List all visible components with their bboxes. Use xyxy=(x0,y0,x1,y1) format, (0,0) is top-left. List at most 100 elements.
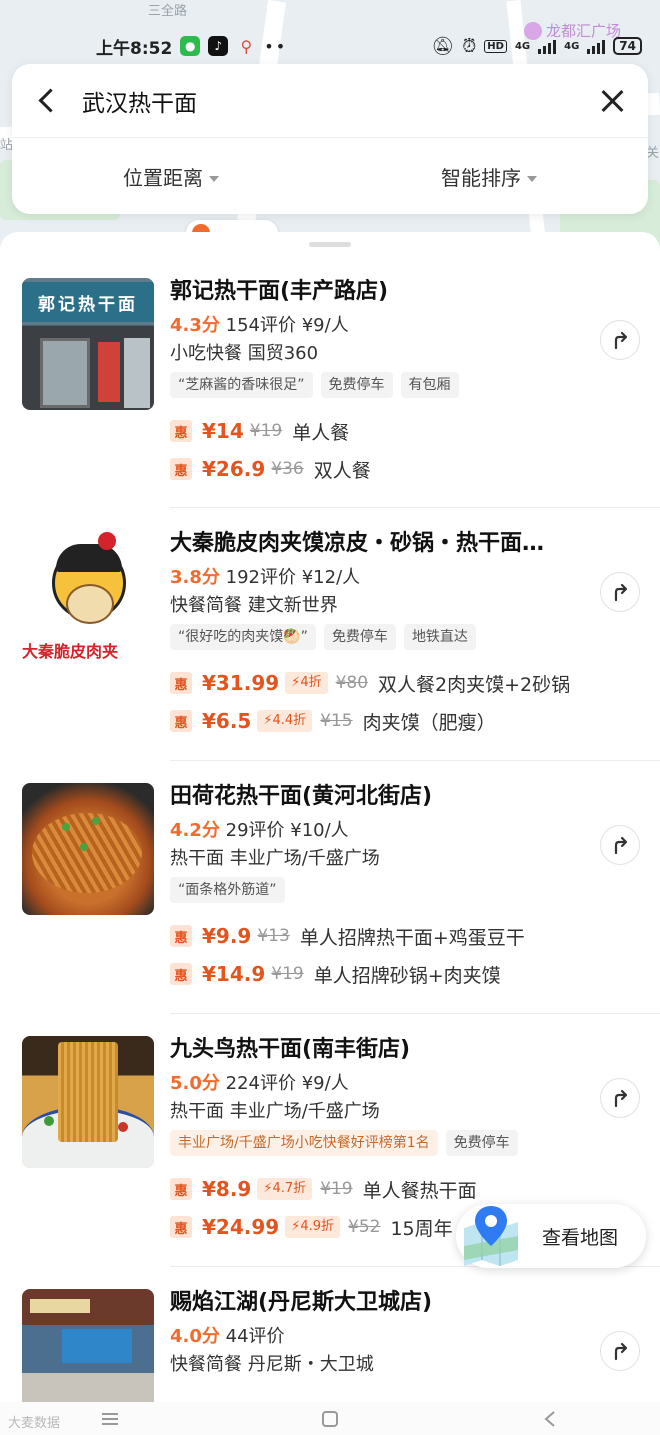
shop-meta: 4.0分 44评价 xyxy=(170,1323,610,1351)
tag: “面条格外筋道” xyxy=(170,877,285,903)
route-button[interactable] xyxy=(600,825,640,865)
shop-name[interactable]: 田荷花热干面(黄河北街店) xyxy=(170,781,610,813)
shop-category: 热干面 xyxy=(170,1101,224,1122)
back-arrow-icon[interactable] xyxy=(34,88,60,114)
deal-row[interactable]: 惠 ¥14 ¥19 单人餐 xyxy=(170,412,610,450)
deal-original-price: ¥52 xyxy=(348,1217,381,1237)
deal-original-price: ¥15 xyxy=(320,711,353,731)
shop-area: 丰业广场/千盛广场 xyxy=(229,1101,380,1122)
brand-text: 大秦脆皮肉夹 xyxy=(22,642,119,661)
shop-reviews: 44评价 xyxy=(225,1326,285,1347)
tag: “很好吃的肉夹馍🥙” xyxy=(170,624,316,650)
shop-reviews: 192评价 xyxy=(225,567,296,588)
search-bar: 武汉热干面 xyxy=(12,64,648,138)
deal-row[interactable]: 惠 ¥8.9 ⚡4.7折 ¥19 单人餐热干面 xyxy=(170,1170,610,1208)
shop-area: 丰业广场/千盛广场 xyxy=(229,848,380,869)
deal-discount: ⚡4折 xyxy=(285,672,328,694)
shop-thumbnail[interactable] xyxy=(22,1289,154,1402)
deal-list: 惠 ¥14 ¥19 单人餐 惠 ¥26.9 ¥36 双人餐 xyxy=(170,412,610,488)
tag-list: 丰业广场/千盛广场小吃快餐好评榜第1名 免费停车 xyxy=(170,1130,610,1156)
ranking-tag[interactable]: 丰业广场/千盛广场小吃快餐好评榜第1名 xyxy=(170,1130,438,1156)
shop-thumbnail[interactable]: 大秦脆皮肉夹 xyxy=(22,532,154,664)
hd-icon: HD xyxy=(484,39,507,53)
deal-name: 双人餐2肉夹馍+2砂锅 xyxy=(378,673,571,696)
filter-sort[interactable]: 智能排序 xyxy=(330,162,648,191)
result-item[interactable]: 赐焰江湖(丹尼斯大卫城店) 4.0分 44评价 快餐简餐 丹尼斯・大卫城 xyxy=(0,1267,660,1402)
shop-category-line: 热干面 丰业广场/千盛广场 xyxy=(170,1098,610,1126)
deal-list: 惠 ¥31.99 ⚡4折 ¥80 双人餐2肉夹馍+2砂锅 惠 ¥6.5 ⚡4.4… xyxy=(170,664,610,740)
shop-category-line: 快餐简餐 建文新世界 xyxy=(170,592,610,620)
deal-row[interactable]: 惠 ¥14.9 ¥19 单人招牌砂锅+肉夹馍 xyxy=(170,955,610,993)
deal-name: 双人餐 xyxy=(313,459,371,482)
deal-badge: 惠 xyxy=(170,420,192,442)
deal-original-price: ¥13 xyxy=(257,926,290,946)
route-button[interactable] xyxy=(600,1331,640,1371)
shop-score: 3.8分 xyxy=(170,567,220,588)
shop-category: 热干面 xyxy=(170,848,224,869)
filter-sort-label: 智能排序 xyxy=(441,165,521,190)
deal-name: 15周年 xyxy=(390,1217,453,1240)
shop-thumbnail[interactable]: 郭记热干面 xyxy=(22,278,154,410)
shop-category: 快餐简餐 xyxy=(170,595,242,616)
deal-list: 惠 ¥9.9 ¥13 单人招牌热干面+鸡蛋豆干 惠 ¥14.9 ¥19 单人招牌… xyxy=(170,917,610,993)
result-item[interactable]: 郭记热干面 郭记热干面(丰产路店) 4.3分 154评价 ¥9/人 小吃快餐 国… xyxy=(0,232,660,508)
route-button[interactable] xyxy=(600,320,640,360)
shop-reviews: 29评价 xyxy=(225,820,285,841)
deal-row[interactable]: 惠 ¥9.9 ¥13 单人招牌热干面+鸡蛋豆干 xyxy=(170,917,610,955)
view-map-button[interactable]: 查看地图 xyxy=(456,1204,646,1268)
shop-score: 4.3分 xyxy=(170,315,220,336)
filter-distance-label: 位置距离 xyxy=(123,165,203,190)
shop-name[interactable]: 赐焰江湖(丹尼斯大卫城店) xyxy=(170,1287,610,1319)
shop-name[interactable]: 九头鸟热干面(南丰街店) xyxy=(170,1034,610,1066)
location-app-icon: ⚲ xyxy=(240,36,253,56)
deal-row[interactable]: 惠 ¥6.5 ⚡4.4折 ¥15 肉夹馍（肥瘦） xyxy=(170,702,610,740)
tag: 免费停车 xyxy=(323,624,396,650)
back-nav-icon[interactable] xyxy=(530,1408,570,1430)
shop-reviews: 224评价 xyxy=(225,1073,296,1094)
wechat-icon: ● xyxy=(180,36,201,56)
deal-name: 肉夹馍（肥瘦） xyxy=(362,711,496,734)
result-item[interactable]: 大秦脆皮肉夹 大秦脆皮肉夹馍凉皮・砂锅・热干面… 3.8分 192评价 ¥12/… xyxy=(0,508,660,761)
shop-name[interactable]: 大秦脆皮肉夹馍凉皮・砂锅・热干面… xyxy=(170,528,610,560)
shop-score: 4.0分 xyxy=(170,1326,220,1347)
deal-name: 单人餐 xyxy=(292,421,350,444)
menu-icon[interactable] xyxy=(90,1408,130,1430)
route-button[interactable] xyxy=(600,572,640,612)
result-item[interactable]: 田荷花热干面(黄河北街店) 4.2分 29评价 ¥10/人 热干面 丰业广场/千… xyxy=(0,761,660,1014)
deal-row[interactable]: 惠 ¥26.9 ¥36 双人餐 xyxy=(170,450,610,488)
shop-avg-price: ¥9/人 xyxy=(301,1073,349,1094)
shop-meta: 4.2分 29评价 ¥10/人 xyxy=(170,817,610,845)
route-arrow-icon xyxy=(614,1342,628,1361)
shop-thumbnail[interactable] xyxy=(22,1036,154,1168)
filter-bar: 位置距离 智能排序 xyxy=(12,138,648,214)
shop-name[interactable]: 郭记热干面(丰产路店) xyxy=(170,276,610,308)
search-query[interactable]: 武汉热干面 xyxy=(82,84,197,118)
route-arrow-icon xyxy=(614,1089,628,1108)
shop-reviews: 154评价 xyxy=(225,315,296,336)
tag: 有包厢 xyxy=(400,372,459,398)
route-button[interactable] xyxy=(600,1078,640,1118)
shop-category: 快餐简餐 xyxy=(170,1354,242,1375)
shop-score: 4.2分 xyxy=(170,820,220,841)
close-icon[interactable] xyxy=(598,87,626,115)
tag: 地铁直达 xyxy=(403,624,476,650)
tag: “芝麻酱的香味很足” xyxy=(170,372,313,398)
shop-meta: 4.3分 154评价 ¥9/人 xyxy=(170,312,610,340)
search-card: 武汉热干面 位置距离 智能排序 xyxy=(12,64,648,214)
shop-category-line: 小吃快餐 国贸360 xyxy=(170,340,610,368)
shop-category-line: 快餐简餐 丹尼斯・大卫城 xyxy=(170,1351,610,1379)
shop-thumbnail[interactable] xyxy=(22,783,154,915)
home-icon[interactable] xyxy=(310,1408,350,1430)
deal-original-price: ¥19 xyxy=(320,1179,353,1199)
signal-icon-a xyxy=(538,38,557,54)
deal-price: ¥8.9 xyxy=(202,1177,252,1201)
deal-row[interactable]: 惠 ¥31.99 ⚡4折 ¥80 双人餐2肉夹馍+2砂锅 xyxy=(170,664,610,702)
network-b-label: 4G xyxy=(564,40,580,52)
watermark: 大麦数据 xyxy=(8,1416,61,1431)
deal-price: ¥14.9 xyxy=(202,962,266,986)
deal-badge: 惠 xyxy=(170,458,192,480)
tag-list: “芝麻酱的香味很足” 免费停车 有包厢 xyxy=(170,372,610,398)
tag-list: “面条格外筋道” xyxy=(170,877,610,903)
filter-distance[interactable]: 位置距离 xyxy=(12,162,330,191)
battery-icon: 74 xyxy=(613,37,642,55)
